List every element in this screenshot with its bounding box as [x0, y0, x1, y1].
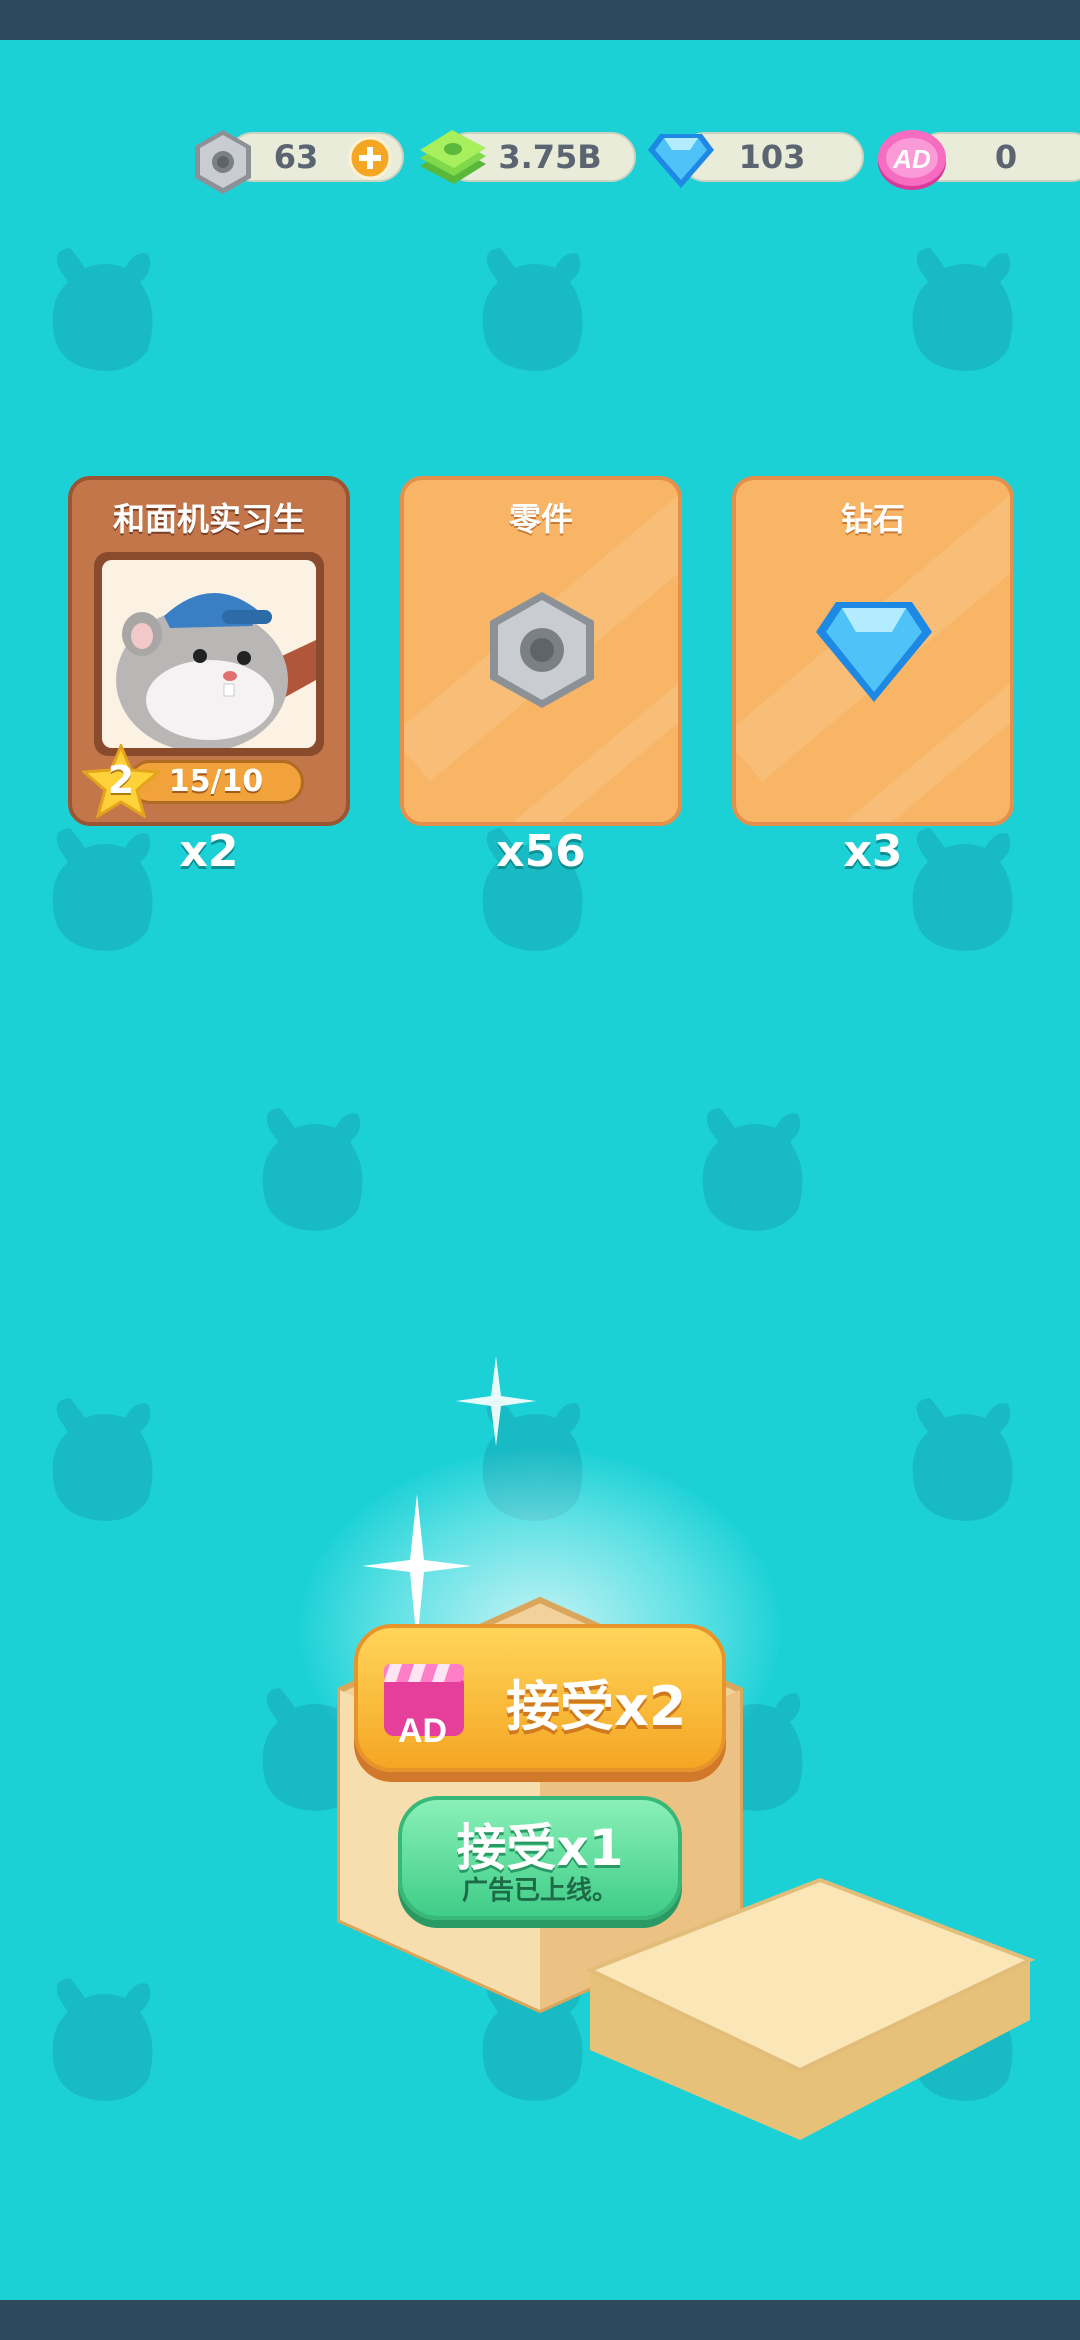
hamster-silhouette	[52, 248, 153, 371]
reward-card-parts: 零件	[400, 476, 682, 826]
accept-double-label: 接受x2	[506, 1675, 687, 1738]
reward-quantity: x2	[179, 826, 239, 877]
reward-quantity: x56	[496, 826, 586, 877]
card-title: 钻石	[840, 500, 905, 538]
cash-icon	[420, 130, 486, 184]
status-bar	[0, 0, 1080, 40]
svg-text:AD: AD	[892, 144, 931, 174]
card-title: 和面机实习生	[112, 500, 305, 538]
hamster-silhouette	[702, 1108, 803, 1231]
hamster-silhouette	[52, 1398, 153, 1521]
nut-icon	[490, 592, 594, 708]
worker-portrait	[94, 552, 324, 756]
resource-nuts: 63	[188, 128, 404, 194]
hamster-silhouette	[912, 248, 1013, 371]
hamster-silhouette	[52, 1978, 153, 2101]
add-nuts-icon[interactable]	[348, 136, 392, 180]
ad-coin-icon: AD	[878, 130, 946, 190]
resource-ad-coins: 0 AD	[876, 128, 1080, 190]
reward-quantity: x3	[843, 826, 903, 877]
sparkle-icon	[362, 1494, 472, 1644]
nut-icon	[195, 130, 251, 194]
resource-diamonds: 103	[646, 128, 864, 188]
hamster-silhouette	[912, 1398, 1013, 1521]
sparkle-icon	[456, 1356, 536, 1446]
card-title: 零件	[508, 500, 573, 538]
diamond-icon	[816, 602, 932, 702]
diamond-icon	[648, 134, 714, 188]
navigation-bar	[0, 2300, 1080, 2340]
hamster-worker-portrait	[102, 560, 316, 748]
accept-double-button[interactable]: AD 接受x2	[354, 1624, 726, 1772]
accept-single-sublabel: 广告已上线。	[461, 1876, 618, 1906]
resource-cash: 3.75B	[418, 128, 636, 186]
ad-badge: AD	[398, 1712, 448, 1750]
accept-single-button[interactable]: 接受x1 广告已上线。	[398, 1796, 682, 1920]
worker-level: 2	[107, 758, 135, 802]
hamster-silhouette	[482, 248, 583, 371]
hamster-silhouette	[262, 1108, 363, 1231]
reward-card-worker: 和面机实习生 15/10 2	[68, 476, 350, 826]
reward-card-diamonds: 钻石	[732, 476, 1014, 826]
